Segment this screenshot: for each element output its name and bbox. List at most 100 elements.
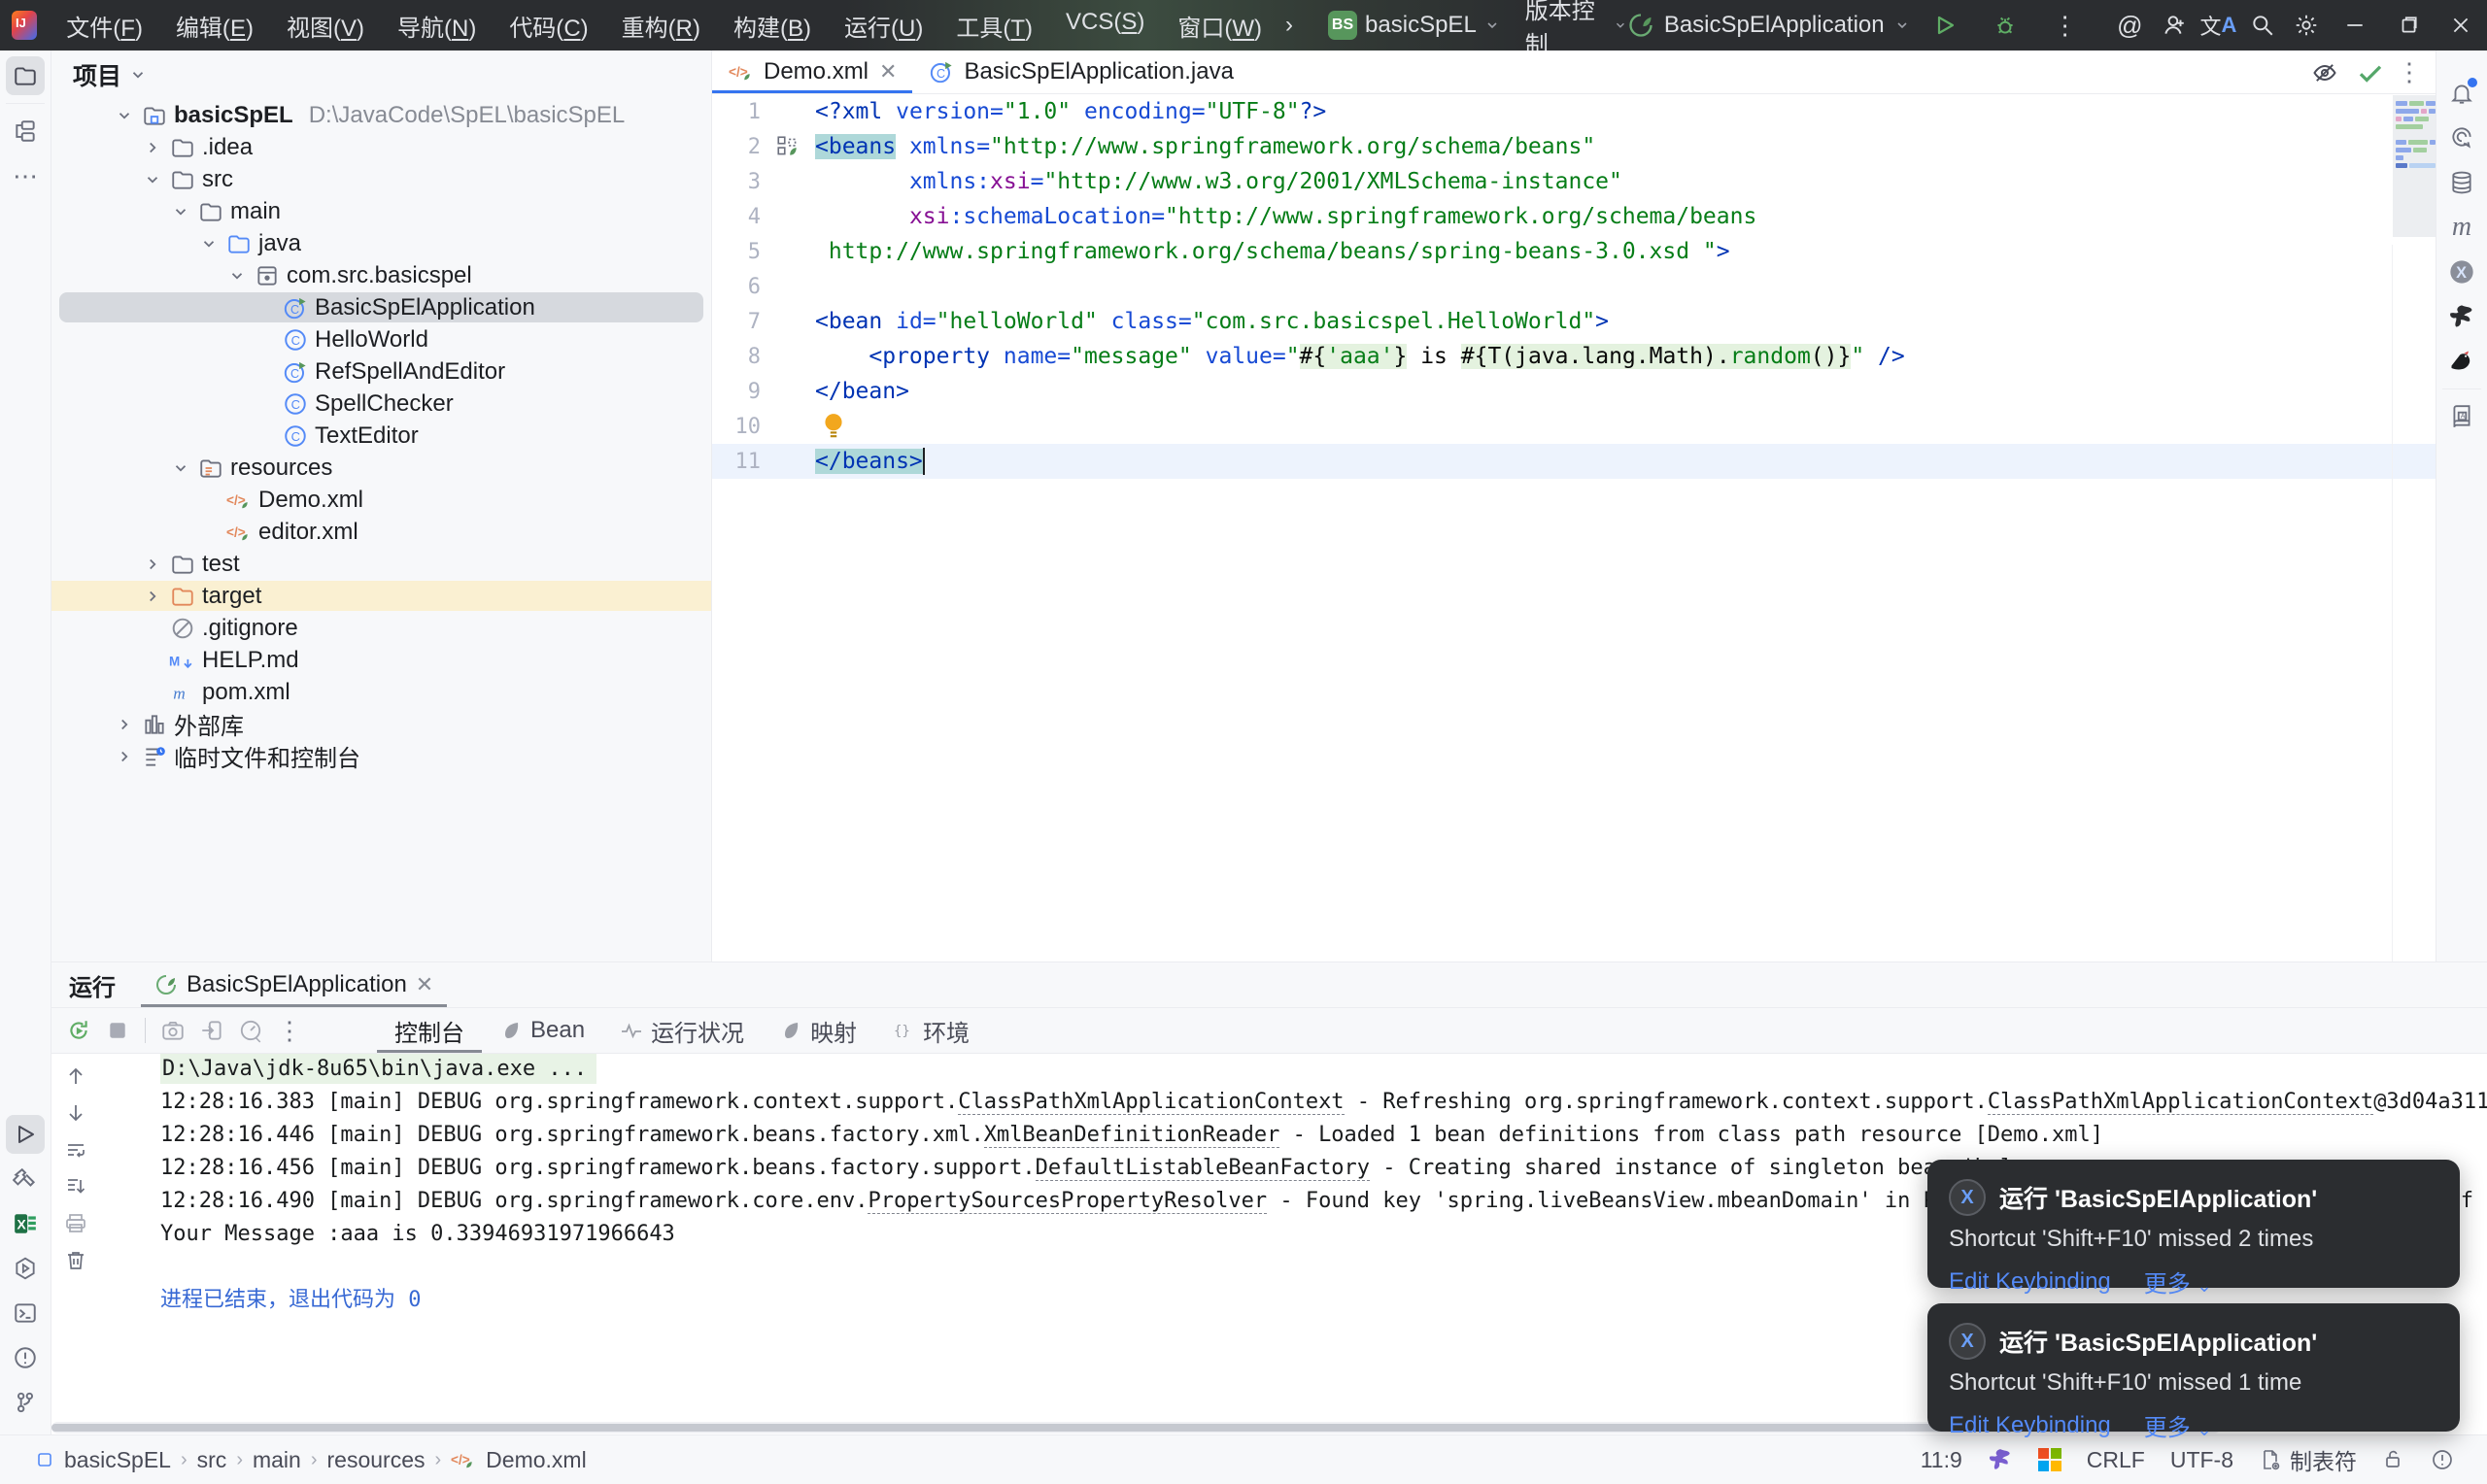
menu-item-6[interactable]: 构建(B) [720,5,825,47]
chevron-right-icon[interactable] [142,554,163,575]
tree-item-main[interactable]: main [51,195,711,227]
scroll-to-end-icon[interactable] [64,1175,87,1198]
spring-bean-gutter-icon[interactable] [775,134,801,159]
edit-keybinding-link[interactable]: Edit Keybinding [1949,1268,2111,1296]
view-tab-bean[interactable]: Bean [482,1008,602,1053]
no-problems-check-icon[interactable] [2356,58,2385,87]
project-widget[interactable]: BS basicSpEL [1328,11,1500,40]
menu-item-8[interactable]: 工具(T) [942,5,1046,47]
services-tool-button[interactable] [6,1249,45,1288]
code-line-9[interactable]: 9 </bean> [712,374,2436,409]
menu-overflow-chevron-icon[interactable]: › [1276,8,1303,43]
code-line-11[interactable]: 11 </beans> [712,444,2436,479]
clear-icon[interactable] [64,1249,87,1272]
code-line-7[interactable]: 7 <bean id="helloWorld" class="com.src.ba… [712,304,2436,339]
unlock-icon[interactable] [2382,1448,2405,1471]
code-line-6[interactable]: 6 [712,269,2436,304]
chevron-right-icon[interactable] [114,714,135,735]
build-tool-button[interactable] [6,1160,45,1198]
horizontal-scrollbar[interactable] [51,1422,2220,1433]
translate-button[interactable]: 文A [2197,6,2241,45]
menu-item-5[interactable]: 重构(R) [608,5,714,47]
chevron-down-icon[interactable] [226,265,248,287]
menu-item-1[interactable]: 编辑(E) [162,5,267,47]
line-ending-widget[interactable]: CRLF [2087,1447,2145,1473]
git-tool-button[interactable] [6,1383,45,1422]
breadcrumb-item[interactable]: Demo.xml [486,1447,587,1473]
tree-item-spellchecker[interactable]: C SpellChecker [51,388,711,420]
ai-at-button[interactable]: @ [2108,6,2153,45]
hide-highlights-eye-icon[interactable] [2311,59,2338,86]
bird-plugin-button[interactable] [2442,342,2481,381]
chevron-down-icon[interactable] [198,233,220,254]
translation-plugin-button[interactable] [2442,297,2481,336]
debug-button[interactable] [1980,6,2030,45]
tree-item-src[interactable]: src [51,163,711,195]
indent-widget[interactable]: 制表符 [2259,1443,2357,1476]
menu-item-9[interactable]: VCS(S) [1052,5,1158,47]
database-button[interactable] [2442,163,2481,202]
tree-item-texteditor[interactable]: C TextEditor [51,420,711,452]
editor-tab-demo.xml[interactable]: </> Demo.xml ✕ [712,51,912,93]
tree-item-help.md[interactable]: M HELP.md [51,644,711,676]
more-link[interactable]: 更多 ⌄ [2144,1265,2212,1298]
dictionary-button[interactable]: A [2442,397,2481,436]
tree-item-basicspel[interactable]: basicSpEL D:\JavaCode\SpEL\basicSpEL [51,99,711,131]
breadcrumb-item[interactable]: src [197,1447,227,1473]
console-class-link[interactable]: ClassPathXmlApplicationContext [1987,1090,2374,1115]
chevron-down-icon[interactable] [170,457,191,479]
menu-item-0[interactable]: 文件(F) [52,5,156,47]
soft-wrap-icon[interactable] [64,1138,87,1162]
microsoft-icon[interactable] [2037,1448,2061,1471]
rerun-button[interactable] [59,1012,98,1049]
caret-position[interactable]: 11:9 [1921,1447,1962,1473]
code-line-8[interactable]: 8 <property name="message" value="#{'aaa… [712,339,2436,374]
console-class-link[interactable]: ClassPathXmlApplicationContext [958,1090,1345,1115]
console-more-button[interactable]: ⋮ [270,1012,309,1049]
chevron-right-icon[interactable] [114,746,135,767]
menu-item-7[interactable]: 运行(U) [831,5,937,47]
settings-button[interactable] [2285,6,2330,45]
view-tab-运行状况[interactable]: 运行状况 [602,1008,762,1053]
tree-item-basicspelapplication[interactable]: C BasicSpElApplication [51,291,711,323]
tree-item-target[interactable]: target [51,580,711,612]
translation-plugin-status-icon[interactable] [1988,1447,2013,1472]
stop-button[interactable] [98,1012,137,1049]
code-line-10[interactable]: 10 [712,409,2436,444]
breadcrumb-item[interactable]: main [253,1447,301,1473]
console-class-link[interactable]: DefaultListableBeanFactory [1035,1156,1371,1181]
code-line-4[interactable]: 4 xsi:schemaLocation="http://www.springf… [712,199,2436,234]
tree-item-com.src.basicspel[interactable]: com.src.basicspel [51,259,711,291]
breadcrumb-item[interactable]: basicSpEL [64,1447,171,1473]
code-with-me-button[interactable] [2152,6,2197,45]
notification-toast[interactable]: X 运行 'BasicSpElApplication' Shortcut 'Sh… [1927,1303,2460,1441]
console-class-link[interactable]: XmlBeanDefinitionReader [983,1123,1280,1148]
chevron-down-icon[interactable] [114,105,135,126]
close-icon[interactable]: ✕ [416,972,433,997]
maven-button[interactable]: m [2442,208,2481,247]
run-tab[interactable]: BasicSpElApplication ✕ [141,962,447,1007]
minimap[interactable] [2393,95,2436,237]
menu-item-2[interactable]: 视图(V) [273,5,378,47]
chevron-down-icon[interactable] [142,169,163,190]
excel-plugin-button[interactable]: X [6,1204,45,1243]
arrow-down-icon[interactable] [64,1101,87,1125]
code-line-1[interactable]: 1 <?xml version="1.0" encoding="UTF-8"?> [712,94,2436,129]
gauge-button[interactable] [231,1012,270,1049]
tree-item--[interactable]: 外部库 [51,708,711,740]
tree-item-.idea[interactable]: .idea [51,131,711,163]
view-tab-映射[interactable]: 映射 [762,1008,874,1053]
view-tab-环境[interactable]: {} 环境 [874,1008,987,1053]
code-editor[interactable]: 1 <?xml version="1.0" encoding="UTF-8"?> 2… [712,94,2436,961]
chevron-down-icon[interactable] [170,201,191,222]
run-config-name[interactable]: BasicSpElApplication [1664,12,1885,39]
view-tab-控制台[interactable]: 控制台 [377,1008,482,1053]
editor-tabs-more-icon[interactable]: ⋮ [2397,57,2422,87]
run-button[interactable] [1920,6,1970,45]
chevron-right-icon[interactable] [142,586,163,607]
close-icon[interactable]: ✕ [879,59,897,84]
maximize-button[interactable] [2381,0,2434,51]
code-line-5[interactable]: 5 http://www.springframework.org/schema/… [712,234,2436,269]
breadcrumb-item[interactable]: resources [327,1447,426,1473]
tree-item--[interactable]: 临时文件和控制台 [51,740,711,772]
